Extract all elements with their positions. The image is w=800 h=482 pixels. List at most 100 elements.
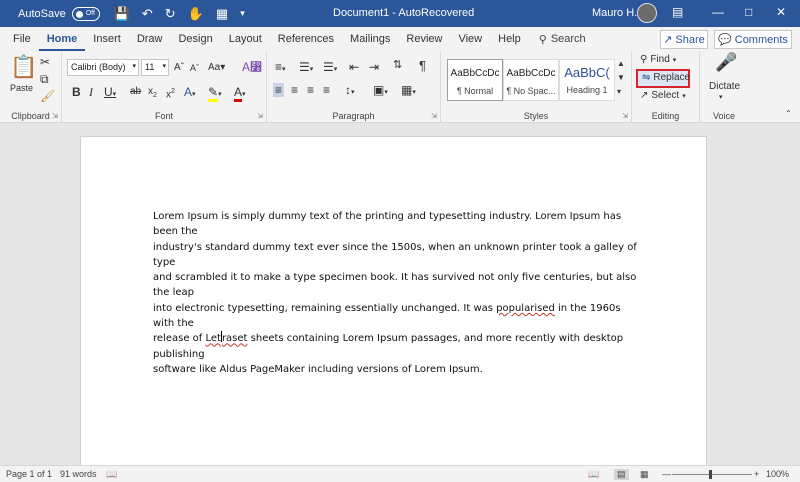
borders-icon[interactable]: ▦▾ (401, 83, 416, 100)
zoom-slider[interactable] (672, 474, 752, 475)
italic-icon[interactable]: I (89, 85, 93, 99)
comment-icon: 💬 (718, 34, 732, 46)
microphone-icon[interactable]: 🎤 (715, 53, 737, 71)
show-marks-icon[interactable]: ¶ (419, 59, 426, 73)
save-icon[interactable]: 💾 (114, 6, 130, 22)
zoom-out-icon[interactable]: — (662, 469, 671, 479)
find-button[interactable]: ⚲ Find ▾ (640, 54, 676, 65)
style-normal[interactable]: AaBbCcDc ¶ Normal (447, 59, 503, 101)
format-painter-icon[interactable]: 🖌 (40, 89, 55, 103)
tab-insert[interactable]: Insert (85, 27, 129, 51)
text-effects-icon[interactable]: A▾ (184, 85, 196, 102)
font-name-dropdown[interactable]: Calibri (Body) ▾ (67, 59, 139, 76)
cut-icon[interactable]: ✂ (40, 55, 50, 69)
autosave-toggle[interactable]: Off (71, 6, 100, 21)
justify-icon[interactable]: ≡ (323, 83, 330, 97)
web-layout-icon[interactable]: ▦ (640, 469, 649, 480)
maximize-icon[interactable]: □ (745, 5, 752, 19)
read-mode-icon[interactable]: 📖 (588, 469, 599, 480)
replace-button[interactable]: ⇋ Replace (642, 72, 690, 83)
autosave-label: AutoSave (18, 7, 66, 20)
touch-mode-icon[interactable]: ✋ (188, 6, 204, 22)
line-spacing-icon[interactable]: ↕▾ (345, 83, 355, 100)
shading-icon[interactable]: ▣▾ (373, 83, 388, 100)
tab-references[interactable]: References (270, 27, 342, 51)
page-count[interactable]: Page 1 of 1 (6, 469, 52, 479)
strikethrough-icon[interactable]: ab (130, 85, 141, 99)
word-count[interactable]: 91 words (60, 469, 97, 479)
select-button[interactable]: ↗ Select ▾ (640, 90, 686, 101)
style-no-spacing[interactable]: AaBbCcDc ¶ No Spac... (503, 59, 559, 101)
tab-view[interactable]: View (450, 27, 490, 51)
superscript-icon[interactable]: x2 (166, 85, 175, 102)
voice-group: 🎤 Dictate ▾ Voice (700, 51, 748, 123)
print-layout-icon[interactable]: ▤ (614, 469, 629, 480)
clear-formatting-icon[interactable]: A⃸ (242, 60, 262, 74)
tell-me-search[interactable]: ⚲ Search (539, 33, 586, 46)
font-size-dropdown[interactable]: 11 ▾ (141, 59, 169, 76)
customize-icon[interactable]: ▦ (216, 6, 228, 22)
align-center-icon[interactable]: ≡ (291, 83, 298, 97)
multilevel-list-icon[interactable]: ☰▾ (323, 60, 337, 77)
font-group: Calibri (Body) ▾ 11 ▾ Aˆ Aˇ Aa▾ A⃸ B I U▾ … (62, 51, 267, 123)
styles-group: AaBbCcDc ¶ Normal AaBbCcDc ¶ No Spac... … (441, 51, 632, 123)
zoom-slider-thumb[interactable] (709, 470, 712, 479)
highlight-icon[interactable]: ✎▾ (208, 85, 222, 102)
paste-icon[interactable]: 📋 (10, 55, 37, 79)
more-icon[interactable]: ▾ (240, 8, 245, 19)
clipboard-launcher-icon[interactable]: ⇲ (52, 112, 58, 120)
collapse-ribbon-icon[interactable]: ⌃ (785, 107, 792, 121)
increase-indent-icon[interactable]: ⇥ (369, 60, 379, 74)
tab-design[interactable]: Design (170, 27, 220, 51)
font-color-icon[interactable]: A▾ (234, 85, 246, 102)
styles-scroll-up-icon[interactable]: ▲ (617, 57, 625, 71)
underline-icon[interactable]: U▾ (104, 85, 116, 102)
tab-file[interactable]: File (5, 27, 39, 51)
decrease-indent-icon[interactable]: ⇤ (349, 60, 359, 74)
tab-review[interactable]: Review (398, 27, 450, 51)
styles-launcher-icon[interactable]: ⇲ (622, 112, 628, 120)
document-paragraph[interactable]: Lorem Ipsum is simply dummy text of the … (153, 209, 641, 377)
quick-access-toolbar: 💾 ↶ ↻ ✋ ▦ ▾ (114, 6, 245, 22)
tab-draw[interactable]: Draw (129, 27, 171, 51)
user-name[interactable]: Mauro H. (592, 7, 637, 19)
ribbon-display-icon[interactable]: ▤ (672, 5, 683, 19)
doc-line-4: into electronic typesetting, remaining e… (153, 302, 621, 330)
close-icon[interactable]: ✕ (776, 5, 786, 19)
sort-icon[interactable]: ⇅ (393, 58, 402, 72)
dictate-button[interactable]: Dictate (709, 80, 740, 94)
redo-icon[interactable]: ↻ (165, 6, 176, 22)
styles-scroll-down-icon[interactable]: ▼ (617, 71, 625, 85)
zoom-in-icon[interactable]: + (754, 469, 759, 479)
avatar[interactable] (637, 3, 657, 23)
align-right-icon[interactable]: ≡ (307, 83, 314, 97)
numbering-icon[interactable]: ☰▾ (299, 60, 313, 77)
tab-home[interactable]: Home (38, 27, 86, 51)
paste-button[interactable]: Paste (10, 81, 33, 95)
dictate-dropdown-icon[interactable]: ▾ (719, 91, 723, 105)
undo-icon[interactable]: ↶ (142, 6, 153, 22)
change-case-icon[interactable]: Aa▾ (208, 61, 225, 75)
proofing-icon[interactable]: 📖 (106, 469, 117, 480)
styles-more-icon[interactable]: ▾ (617, 85, 621, 99)
tab-layout[interactable]: Layout (221, 27, 270, 51)
tab-mailings[interactable]: Mailings (342, 27, 398, 51)
share-button[interactable]: ↗ Share (660, 30, 708, 49)
paragraph-launcher-icon[interactable]: ⇲ (431, 112, 437, 120)
bullets-icon[interactable]: ≡▾ (275, 60, 286, 77)
align-left-icon[interactable]: ≡ (273, 83, 285, 97)
document-page[interactable]: Lorem Ipsum is simply dummy text of the … (80, 136, 707, 465)
styles-label: Styles (523, 111, 549, 121)
zoom-level[interactable]: 100% (766, 469, 789, 479)
doc-line-6: software like Aldus PageMaker including … (153, 363, 483, 375)
copy-icon[interactable]: ⧉ (40, 72, 49, 86)
grow-font-icon[interactable]: Aˆ (174, 61, 184, 75)
minimize-icon[interactable]: — (712, 5, 724, 19)
bold-icon[interactable]: B (72, 85, 81, 99)
tab-help[interactable]: Help (490, 27, 529, 51)
comments-button[interactable]: 💬 Comments (714, 30, 792, 49)
font-launcher-icon[interactable]: ⇲ (257, 112, 263, 120)
subscript-icon[interactable]: x2 (148, 85, 157, 103)
shrink-font-icon[interactable]: Aˇ (190, 61, 199, 75)
style-heading-1[interactable]: AaBbC( Heading 1 (559, 59, 615, 101)
